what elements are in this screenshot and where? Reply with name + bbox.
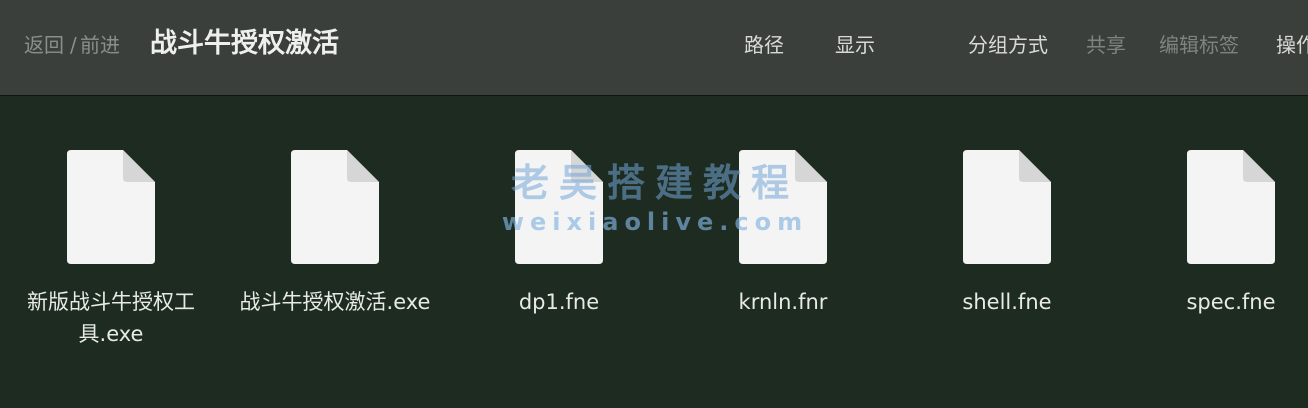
finder-window: 返回 / 前进 战斗牛授权激活 路径 显示 分组方式 共享 编辑标签 操作 新版… (0, 0, 1308, 408)
file-name: shell.fne (962, 290, 1052, 314)
document-icon (1187, 150, 1275, 264)
toolbar: 返回 / 前进 战斗牛授权激活 路径 显示 分组方式 共享 编辑标签 操作 (0, 0, 1308, 96)
nav-separator: / (70, 33, 77, 57)
file-name: krnln.fnr (738, 290, 828, 314)
document-icon (67, 150, 155, 264)
window-title: 战斗牛授权激活 (150, 28, 339, 59)
file-item[interactable]: shell.fne (907, 150, 1107, 318)
file-name: dp1.fne (518, 290, 600, 314)
file-grid: 新版战斗牛授权工具.exe 战斗牛授权激活.exe dp1.fne krnln.… (0, 96, 1308, 408)
group-by-button[interactable]: 分组方式 (968, 30, 1048, 60)
file-name: 战斗牛授权激活.exe (239, 290, 431, 314)
file-item[interactable]: 新版战斗牛授权工具.exe (11, 150, 211, 350)
document-icon (963, 150, 1051, 264)
share-button[interactable]: 共享 (1086, 30, 1126, 60)
edit-tags-button[interactable]: 编辑标签 (1159, 30, 1239, 60)
file-item[interactable]: 战斗牛授权激活.exe (235, 150, 435, 318)
file-item[interactable]: krnln.fnr (683, 150, 883, 318)
path-button[interactable]: 路径 (744, 30, 784, 60)
file-name: spec.fne (1186, 290, 1276, 314)
back-button[interactable]: 返回 (24, 30, 64, 60)
action-button[interactable]: 操作 (1276, 30, 1308, 60)
view-button[interactable]: 显示 (835, 30, 875, 60)
file-name: 新版战斗牛授权工具.exe (27, 290, 195, 346)
document-icon (515, 150, 603, 264)
document-icon (739, 150, 827, 264)
forward-button[interactable]: 前进 (80, 30, 120, 60)
document-icon (291, 150, 379, 264)
file-item[interactable]: spec.fne (1131, 150, 1308, 318)
file-item[interactable]: dp1.fne (459, 150, 659, 318)
